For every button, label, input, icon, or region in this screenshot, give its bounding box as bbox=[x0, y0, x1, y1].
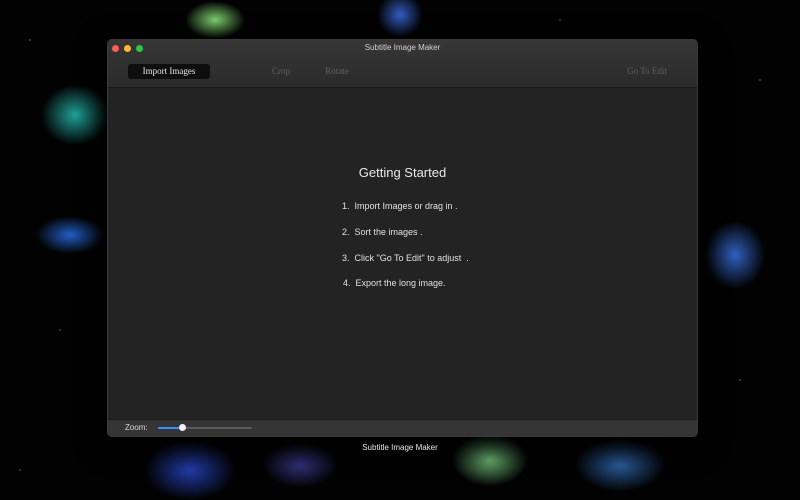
step-edit: 3. Click "Go To Edit" to adjust . bbox=[342, 253, 469, 263]
go-to-edit-button[interactable]: Go To Edit bbox=[620, 64, 674, 79]
titlebar: Subtitle Image Maker Import Images Crop … bbox=[108, 40, 697, 88]
window-title: Subtitle Image Maker bbox=[364, 43, 441, 52]
dock-app-label: Subtitle Image Maker bbox=[362, 443, 438, 452]
app-window: Subtitle Image Maker Import Images Crop … bbox=[107, 39, 698, 437]
crop-button[interactable]: Crop bbox=[263, 64, 299, 79]
zoom-label: Zoom: bbox=[125, 423, 148, 432]
getting-started-heading: Getting Started bbox=[358, 165, 447, 180]
zoom-slider-knob[interactable] bbox=[178, 424, 186, 431]
drop-area[interactable]: Getting Started 1. Import Images or drag… bbox=[108, 88, 697, 420]
step-export: 4. Export the long image. bbox=[343, 278, 446, 288]
import-images-button[interactable]: Import Images bbox=[128, 64, 210, 79]
step-import: 1. Import Images or drag in . bbox=[342, 201, 458, 211]
zoom-slider[interactable] bbox=[158, 424, 252, 431]
zoom-slider-fill bbox=[158, 427, 182, 429]
rotate-button[interactable]: Rotate bbox=[317, 64, 357, 79]
step-sort: 2. Sort the images . bbox=[342, 227, 423, 237]
bottom-bar: Zoom: bbox=[108, 419, 697, 436]
